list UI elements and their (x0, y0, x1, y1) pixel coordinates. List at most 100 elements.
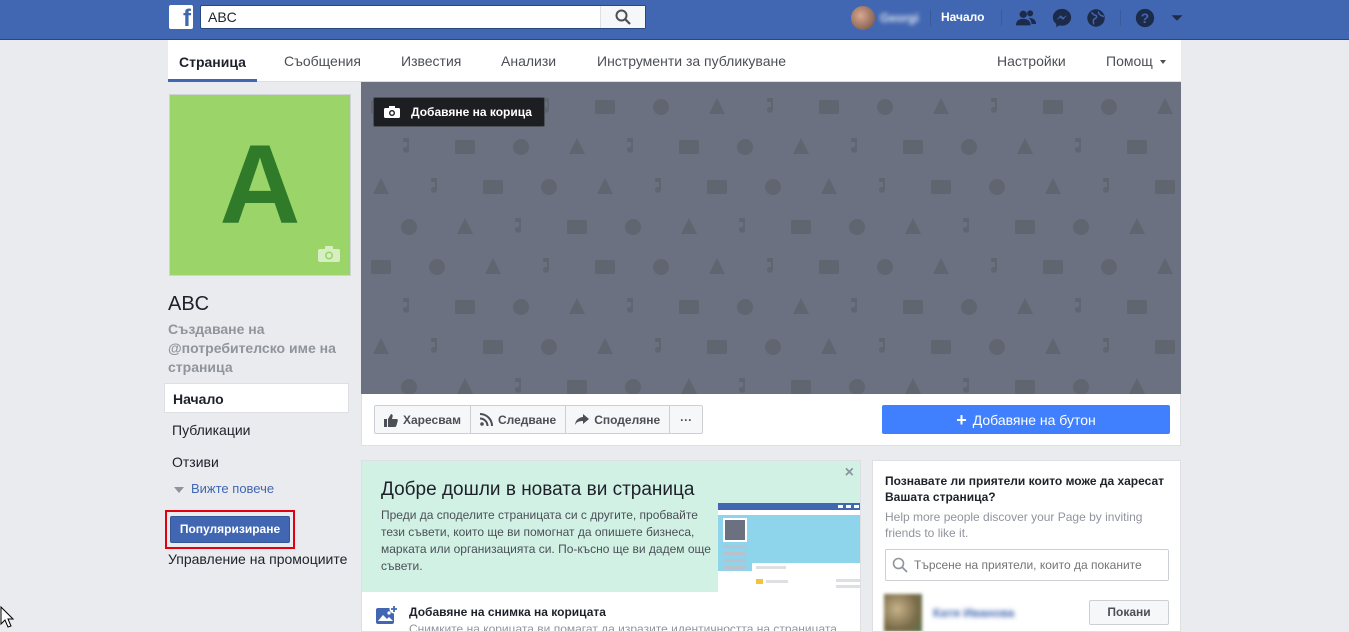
plus-icon: + (956, 409, 967, 430)
cover-pattern-tile (653, 259, 669, 275)
messenger-icon[interactable] (1050, 7, 1074, 29)
left-nav-reviews[interactable]: Отзиви (164, 447, 349, 477)
friend-requests-icon[interactable] (1014, 7, 1038, 29)
cover-pattern-shape (707, 180, 727, 194)
cover-pattern-shape (737, 299, 753, 315)
cover-pattern-shape (569, 298, 585, 314)
see-more-link[interactable]: Вижте повече (174, 481, 274, 496)
cover-pattern-shape (767, 98, 773, 113)
cover-pattern-shape (709, 98, 725, 114)
left-nav-home[interactable]: Начало (164, 383, 349, 413)
cover-pattern-shape (737, 139, 753, 155)
cover-pattern-shape (905, 218, 921, 234)
cover-pattern-shape (877, 259, 893, 275)
tab-help[interactable]: Помощ (1106, 40, 1166, 82)
friend-name[interactable]: Катя Иванова (933, 606, 1014, 620)
share-label: Споделяне (594, 412, 661, 427)
cover-pattern-tile (595, 100, 615, 114)
cover-pattern-tile (569, 298, 585, 314)
promote-button[interactable]: Популяризиране (170, 516, 290, 543)
cover-pattern-shape (1017, 138, 1033, 154)
cover-pattern-tile (1017, 298, 1033, 314)
tab-notifications[interactable]: Известия (401, 40, 461, 82)
facebook-logo-icon[interactable]: f (169, 5, 193, 29)
search-box (200, 5, 646, 29)
user-profile-link[interactable]: Georgi (851, 6, 919, 30)
more-options-button[interactable]: ··· (670, 406, 702, 433)
profile-picture[interactable]: A (169, 94, 351, 276)
cover-pattern-tile (1157, 98, 1173, 114)
tip-title[interactable]: Добавяне на снимка на корицата (409, 605, 606, 619)
cover-pattern-tile (905, 378, 921, 394)
cover-pattern-shape (989, 179, 1005, 195)
cover-pattern-shape (879, 338, 885, 353)
cover-pattern-shape (931, 340, 951, 354)
cover-pattern-tile (1075, 298, 1081, 313)
divider (1120, 10, 1121, 26)
cover-pattern-tile (767, 258, 773, 273)
cover-pattern-tile (821, 338, 837, 354)
tab-publishing-tools[interactable]: Инструменти за публикуване (597, 40, 786, 82)
like-button[interactable]: Харесвам (375, 406, 471, 433)
cover-pattern-tile (933, 98, 949, 114)
left-nav-posts[interactable]: Публикации (164, 415, 349, 445)
search-button[interactable] (600, 6, 645, 28)
tab-settings[interactable]: Настройки (997, 40, 1066, 82)
tab-messages[interactable]: Съобщения (284, 40, 361, 82)
cover-pattern-shape (933, 98, 949, 114)
cover-pattern-shape (627, 138, 633, 153)
add-cover-button[interactable]: Добавяне на корица (373, 97, 545, 127)
cover-pattern-tile (739, 218, 745, 233)
cover-pattern-tile (681, 218, 697, 234)
friend-avatar[interactable] (884, 594, 922, 631)
cover-pattern-tile (991, 258, 997, 273)
invite-button[interactable]: Покани (1089, 600, 1169, 625)
action-button-group: Харесвам Следване Споделяне ··· (374, 405, 704, 434)
tab-page[interactable]: Страница (168, 40, 257, 82)
invite-title: Познавате ли приятели които може да харе… (885, 474, 1165, 504)
invite-search-input[interactable] (914, 550, 1164, 580)
follow-button[interactable]: Следване (471, 406, 567, 433)
add-button-button[interactable]: + Добавяне на бутон (882, 405, 1170, 434)
close-icon[interactable]: × (845, 464, 854, 482)
cover-pattern-tile (765, 179, 781, 195)
svg-text:?: ? (1141, 11, 1149, 26)
cover-pattern-tile (403, 298, 409, 313)
cover-pattern-tile (931, 180, 951, 194)
cover-pattern-tile (707, 340, 727, 354)
cover-pattern-tile (961, 299, 977, 315)
cover-pattern-tile (791, 220, 811, 234)
cover-pattern-tile (597, 338, 613, 354)
cover-pattern-shape (457, 218, 473, 234)
cover-pattern-tile (737, 299, 753, 315)
search-icon (892, 557, 908, 573)
triangle-down-icon (174, 486, 184, 493)
home-link[interactable]: Начало (941, 10, 984, 24)
profile-picture-letter: A (219, 122, 301, 247)
share-button[interactable]: Споделяне (566, 406, 671, 433)
cover-pattern-shape (483, 180, 503, 194)
cover-pattern-shape (455, 140, 475, 154)
cover-pattern-tile (401, 379, 417, 394)
cover-pattern-tile (1103, 338, 1109, 353)
cover-pattern-shape (849, 379, 865, 394)
search-input[interactable] (201, 6, 601, 28)
notifications-globe-icon[interactable] (1084, 7, 1108, 29)
mouse-cursor-icon (0, 606, 14, 628)
cover-pattern-tile (1129, 218, 1145, 234)
cover-pattern-tile (455, 140, 475, 154)
cover-pattern-tile (903, 300, 923, 314)
cover-pattern-tile (653, 99, 669, 115)
cover-pattern-shape (431, 178, 437, 193)
camera-icon[interactable] (318, 246, 340, 265)
like-label: Харесвам (403, 412, 461, 427)
account-menu-caret-icon[interactable] (1165, 7, 1189, 29)
cover-pattern-shape (371, 260, 391, 274)
create-username-link[interactable]: Създаване на @потребителско име на стран… (168, 320, 348, 377)
cover-pattern-tile (567, 380, 587, 394)
help-icon[interactable]: ? (1133, 7, 1157, 29)
chevron-down-icon (1159, 60, 1166, 65)
tab-insights[interactable]: Анализи (501, 40, 556, 82)
manage-promotions-link[interactable]: Управление на промоциите (168, 551, 347, 567)
cover-pattern-tile (625, 379, 641, 394)
